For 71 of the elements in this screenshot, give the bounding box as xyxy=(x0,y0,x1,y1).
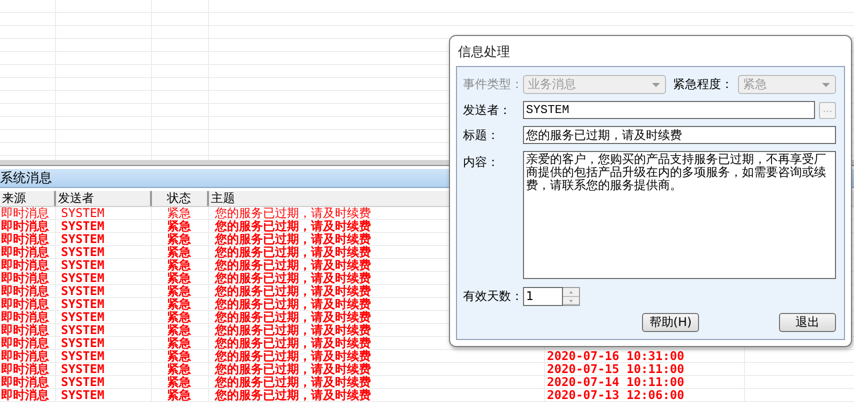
table-cell: 紧急 xyxy=(152,285,209,297)
table-cell: 紧急 xyxy=(152,220,209,232)
table-cell: 即时消息 xyxy=(0,246,56,258)
column-header[interactable]: 来源 xyxy=(0,191,56,206)
table-cell: 即时消息 xyxy=(0,233,56,245)
table-cell: 即时消息 xyxy=(0,350,56,362)
table-cell: 您的服务已过期，请及时续费 xyxy=(209,363,545,375)
table-cell: 2020-07-14 10:11:00 xyxy=(545,376,745,388)
spinner-arrows-icon[interactable] xyxy=(563,287,580,306)
field-label: 内容： xyxy=(463,154,500,171)
table-cell: 即时消息 xyxy=(0,285,56,297)
table-cell: SYSTEM xyxy=(56,337,152,349)
table-cell: SYSTEM xyxy=(56,233,152,245)
field-label: 紧急程度： xyxy=(673,76,731,93)
exit-button[interactable]: 退出 xyxy=(779,313,836,332)
days-field[interactable]: 1 xyxy=(523,287,563,306)
table-cell: 即时消息 xyxy=(0,272,56,284)
table-cell: 紧急 xyxy=(152,324,209,336)
table-cell: 2020-07-13 12:06:00 xyxy=(545,389,745,401)
table-cell: SYSTEM xyxy=(56,259,152,271)
table-cell: 您的服务已过期，请及时续费 xyxy=(209,350,545,362)
table-cell: 紧急 xyxy=(152,298,209,310)
table-cell: 紧急 xyxy=(152,233,209,245)
table-cell: 即时消息 xyxy=(0,324,56,336)
table-cell: 紧急 xyxy=(152,246,209,258)
table-cell: 紧急 xyxy=(152,350,209,362)
table-cell: 即时消息 xyxy=(0,363,56,375)
table-cell: 2020-07-16 10:31:00 xyxy=(545,350,745,362)
table-cell: 即时消息 xyxy=(0,220,56,232)
table-cell: 紧急 xyxy=(152,376,209,388)
subject-field[interactable]: 您的服务已过期，请及时续费 xyxy=(523,126,836,144)
table-cell: 紧急 xyxy=(152,363,209,375)
table-cell: 紧急 xyxy=(152,337,209,349)
table-cell: 紧急 xyxy=(152,272,209,284)
table-cell: 即时消息 xyxy=(0,207,56,219)
column-header[interactable]: 状态 xyxy=(152,191,209,206)
table-cell: SYSTEM xyxy=(56,350,152,362)
table-cell: 紧急 xyxy=(152,389,209,401)
table-cell: SYSTEM xyxy=(56,207,152,219)
table-cell: SYSTEM xyxy=(56,220,152,232)
table-cell: 您的服务已过期，请及时续费 xyxy=(209,376,545,388)
table-cell: SYSTEM xyxy=(56,363,152,375)
caret-icon xyxy=(651,82,661,88)
caret-icon xyxy=(821,82,831,88)
table-cell: SYSTEM xyxy=(56,311,152,323)
table-cell: SYSTEM xyxy=(56,285,152,297)
table-cell: SYSTEM xyxy=(56,376,152,388)
table-cell: 2020-07-15 10:11:00 xyxy=(545,363,745,375)
table-cell: SYSTEM xyxy=(56,298,152,310)
column-header[interactable]: 发送者 xyxy=(56,191,152,206)
sender-field[interactable]: SYSTEM xyxy=(523,101,815,119)
table-cell: 您的服务已过期，请及时续费 xyxy=(209,389,545,401)
field-label: 事件类型： xyxy=(463,76,523,93)
dialog-title: 信息处理 xyxy=(458,44,510,61)
table-cell: 即时消息 xyxy=(0,311,56,323)
help-button[interactable]: 帮助(H) xyxy=(642,313,699,332)
table-cell: SYSTEM xyxy=(56,389,152,401)
content-field[interactable]: 亲爱的客户，您购买的产品支持服务已过期，不再享受厂商提供的包括产品升级在内的多项服务，如需要咨询或续费，请联系您的服务提供商。 xyxy=(523,151,836,279)
table-cell: 即时消息 xyxy=(0,298,56,310)
table-cell: 紧急 xyxy=(152,311,209,323)
field-label: 标题： xyxy=(463,126,500,144)
table-cell: SYSTEM xyxy=(56,246,152,258)
table-cell: 即时消息 xyxy=(0,389,56,401)
table-cell: SYSTEM xyxy=(56,272,152,284)
table-cell: 即时消息 xyxy=(0,376,56,388)
table-cell: 紧急 xyxy=(152,207,209,219)
field-label: 发送者： xyxy=(463,102,512,118)
table-cell: 紧急 xyxy=(152,259,209,271)
table-cell: 即时消息 xyxy=(0,337,56,349)
table-cell: 即时消息 xyxy=(0,259,56,271)
table-cell: SYSTEM xyxy=(56,324,152,336)
